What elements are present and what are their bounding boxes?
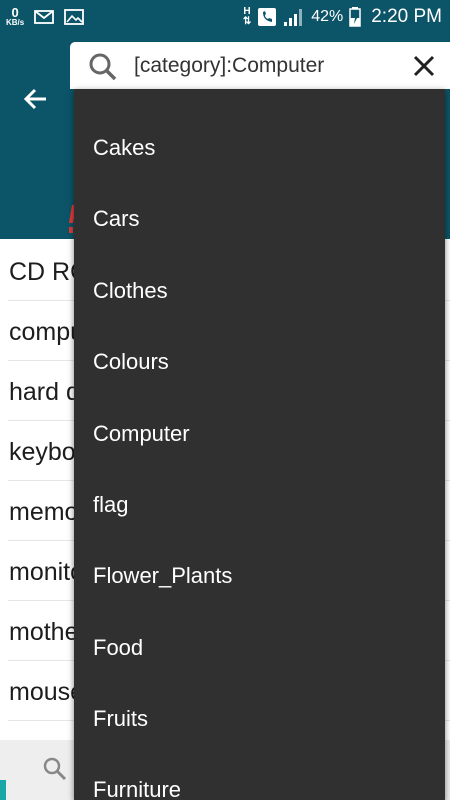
dropdown-item-fruits[interactable]: Fruits — [93, 705, 148, 733]
dropdown-item-computer[interactable]: Computer — [93, 420, 190, 448]
mail-icon — [34, 9, 55, 24]
dropdown-item-furniture[interactable]: Furniture — [93, 776, 181, 800]
dropdown-item-cakes[interactable]: Cakes — [93, 134, 155, 162]
search-icon[interactable] — [42, 756, 68, 782]
phone-icon — [258, 7, 277, 26]
network-speed-unit: KB/s — [6, 18, 25, 27]
data-arrows-icon: ⇅ — [242, 15, 252, 27]
accent-edge — [0, 780, 6, 800]
category-dropdown[interactable]: Cakes Cars Clothes Colours Computer flag… — [74, 89, 445, 800]
clock: 2:20 PM — [371, 5, 442, 27]
battery-icon — [349, 6, 361, 27]
network-type: H ⇅ — [242, 5, 252, 27]
back-arrow-icon[interactable] — [22, 85, 50, 113]
search-icon — [89, 53, 117, 81]
close-icon[interactable] — [412, 54, 436, 78]
battery-percent: 42% — [311, 7, 344, 25]
network-speed: 0 KB/s — [6, 6, 24, 27]
dropdown-item-clothes[interactable]: Clothes — [93, 277, 168, 305]
image-icon — [64, 8, 85, 25]
network-type-label: H — [243, 5, 251, 17]
signal-icon — [284, 8, 303, 26]
dropdown-item-food[interactable]: Food — [93, 634, 143, 662]
dropdown-item-cars[interactable]: Cars — [93, 205, 139, 233]
status-bar: 0 KB/s H ⇅ 42% 2:20 PM — [0, 0, 450, 33]
search-box[interactable]: [category]:Computer — [70, 42, 450, 89]
dropdown-item-flag[interactable]: flag — [93, 491, 128, 519]
dropdown-item-flower-plants[interactable]: Flower_Plants — [93, 562, 232, 590]
dropdown-item-colours[interactable]: Colours — [93, 348, 169, 376]
search-input[interactable]: [category]:Computer — [134, 42, 324, 89]
